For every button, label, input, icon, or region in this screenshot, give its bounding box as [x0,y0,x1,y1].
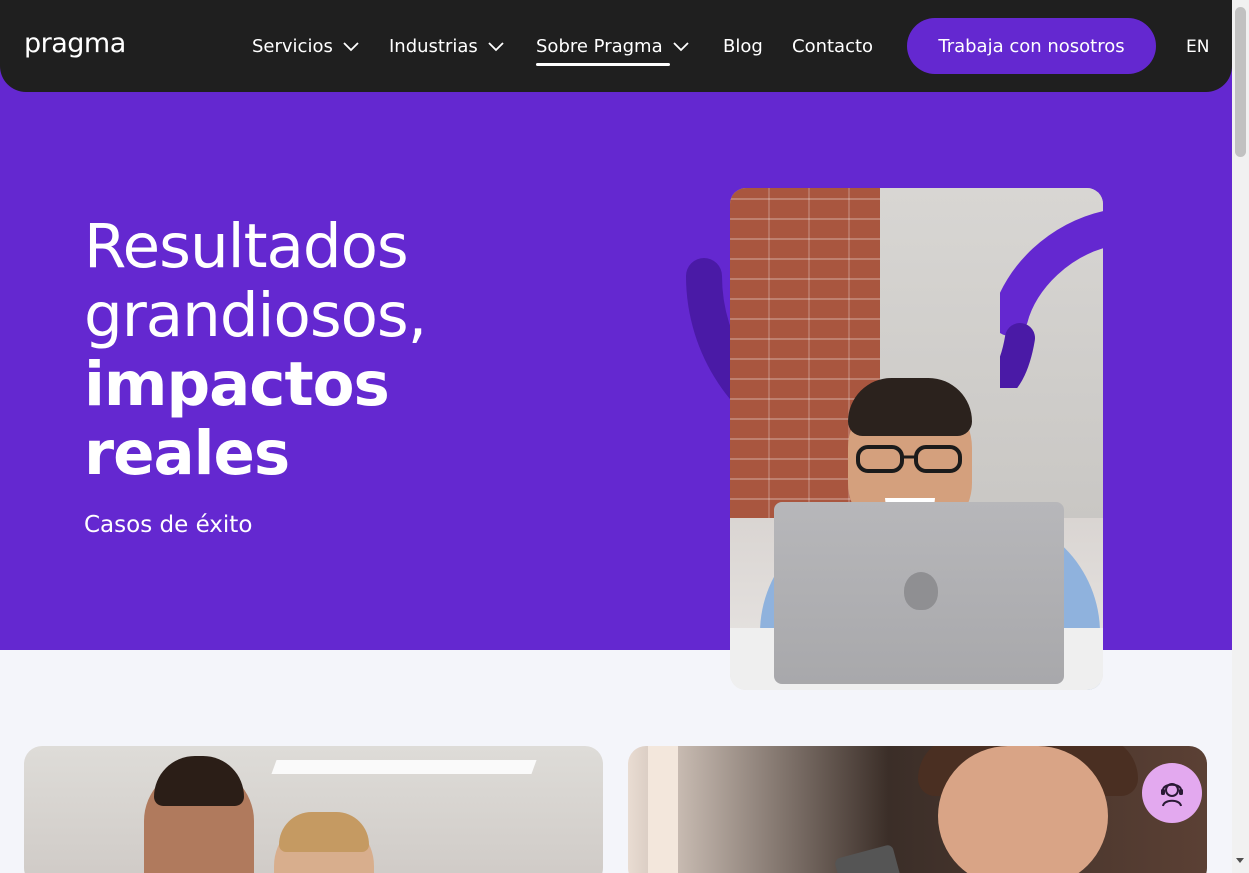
case-study-card-1[interactable] [24,746,603,873]
card-background-pillar [648,746,678,873]
nav-item-label: Sobre Pragma [536,36,663,57]
nav-item-contacto[interactable]: Contacto [792,36,873,57]
scrollbar-thumb[interactable] [1235,7,1246,157]
hero-photo [730,188,1103,690]
pragma-logo[interactable]: pragma [24,28,126,59]
hero-title-line-1: Resultados [84,211,409,282]
scroll-down-arrow-icon[interactable] [1236,858,1244,863]
top-navbar: pragma Servicios Industrias Sobre Pragma… [0,0,1232,92]
hero-title: Resultados grandiosos, impactos reales [84,211,427,489]
nav-item-servicios[interactable]: Servicios [252,36,359,57]
nav-item-label: Contacto [792,36,874,57]
decorative-arc-top-icon [1000,211,1103,388]
support-chat-button[interactable] [1142,763,1202,823]
case-study-card-2[interactable] [628,746,1207,873]
hero-title-line-3: impactos [84,349,390,420]
nav-item-sobre-pragma[interactable]: Sobre Pragma [536,36,689,66]
chevron-down-icon [343,41,359,51]
hero-title-line-4: reales [84,418,290,489]
active-nav-underline [536,63,670,66]
laptop [774,502,1064,684]
trabaja-con-nosotros-button[interactable]: Trabaja con nosotros [907,18,1156,74]
ceiling-light [271,760,537,774]
chevron-down-icon [488,41,504,51]
person-hair [848,378,972,436]
nav-item-blog[interactable]: Blog [723,36,763,57]
support-agent-icon [1161,783,1183,807]
hero-title-line-2: grandiosos, [84,280,427,351]
nav-item-industrias[interactable]: Industrias [389,36,504,57]
nav-item-label: Blog [723,36,763,57]
hero-subtitle: Casos de éxito [84,512,253,538]
chevron-down-icon [672,41,689,51]
page: Resultados grandiosos, impactos reales C… [0,0,1249,873]
hero-section: Resultados grandiosos, impactos reales C… [0,0,1232,690]
card-person-hair [154,756,244,806]
card-person-hair [279,812,369,852]
language-switch[interactable]: EN [1186,37,1209,57]
page-scrollbar[interactable] [1232,0,1249,873]
nav-item-label: Industrias [389,36,478,57]
card-person-face [938,746,1108,873]
phone-icon [833,843,903,873]
glasses-icon [856,445,962,473]
apple-logo-icon [904,572,938,610]
nav-item-label: Servicios [252,36,333,57]
